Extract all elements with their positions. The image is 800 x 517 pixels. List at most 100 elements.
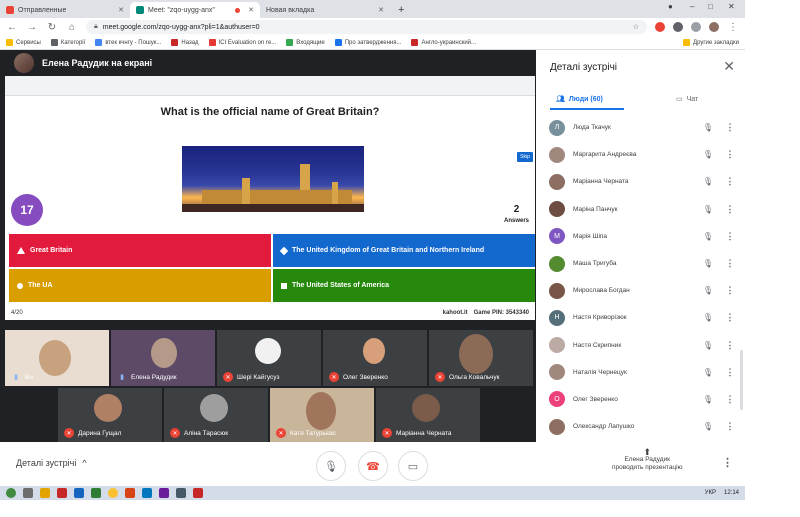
close-window-icon[interactable]: ✕ [728, 2, 735, 11]
list-item[interactable]: M Марія Шіпа 🎙︎ ⋮ [536, 223, 745, 250]
start-icon[interactable] [6, 488, 16, 498]
bookmark-item[interactable]: Про затвердження... [334, 39, 401, 46]
people-icon: 👥︎ [556, 96, 565, 103]
bookmark-item[interactable]: Англо-украинский... [411, 39, 476, 46]
participant-tile[interactable]: ✕ Олег Зверенко [323, 330, 427, 386]
question-progress: 4/20 [11, 310, 23, 316]
answer-option-3[interactable]: The UA [9, 269, 271, 302]
taskbar-app-icon[interactable] [74, 488, 84, 498]
browser-tab-meet[interactable]: Meet: "zqo-uygg-anx" ✕ [130, 2, 260, 18]
more-options-icon[interactable]: ⋮ [725, 204, 735, 215]
participant-tile[interactable]: ▮ Ви [5, 330, 109, 386]
more-options-icon[interactable]: ⋮ [725, 367, 735, 378]
taskbar-app-icon[interactable] [57, 488, 67, 498]
panel-scrollbar[interactable] [740, 350, 743, 410]
list-item[interactable]: O Олег Зверенко 🎙︎ ⋮ [536, 386, 745, 413]
more-options-icon[interactable]: ⋮ [725, 122, 735, 133]
end-call-button[interactable]: ☎︎ [358, 451, 388, 481]
more-options-icon[interactable]: ⋮ [725, 340, 735, 351]
more-options-icon[interactable]: ⋮ [722, 456, 733, 469]
more-options-icon[interactable]: ⋮ [725, 258, 735, 269]
url-field[interactable]: 🔒︎ meet.google.com/zqo-uygg-anx?pli=1&au… [86, 20, 647, 34]
list-item[interactable]: Маша Тригуба 🎙︎ ⋮ [536, 250, 745, 277]
taskbar-app-icon[interactable] [125, 488, 135, 498]
close-tab-icon[interactable]: ✕ [248, 6, 254, 14]
participant-tile[interactable]: ✕ Маріанна Черната [376, 388, 480, 442]
participant-tile[interactable]: ✕ Ольга Ковальчук [429, 330, 533, 386]
star-icon[interactable]: ☆ [633, 23, 639, 31]
skip-button[interactable]: Skip [517, 152, 533, 162]
chrome-icon[interactable] [108, 488, 118, 498]
list-item[interactable]: Маріанна Черната 🎙︎ ⋮ [536, 168, 745, 195]
taskbar-app-icon[interactable] [23, 488, 33, 498]
camera-button[interactable]: ▭ [398, 451, 428, 481]
clock[interactable]: 12:14 [724, 490, 739, 496]
maximize-icon[interactable]: □ [708, 2, 713, 11]
inbox-icon [286, 39, 294, 46]
profile-avatar[interactable] [709, 22, 719, 32]
tab-people[interactable]: 👥︎ Люди (60) [556, 88, 603, 110]
new-tab-button[interactable]: + [390, 4, 412, 18]
taskbar-app-icon[interactable] [142, 488, 152, 498]
list-item[interactable]: Маріна Панчук 🎙︎ ⋮ [536, 196, 745, 223]
home-icon[interactable]: ⌂ [66, 22, 78, 33]
participant-tile[interactable]: ▮ Елена Радудик [111, 330, 215, 386]
answer-option-2[interactable]: The United Kingdom of Great Britain and … [273, 234, 535, 267]
list-item[interactable]: Мирослава Богдан 🎙︎ ⋮ [536, 277, 745, 304]
bookmark-item[interactable]: втек кчнгу - Пошук... [95, 39, 161, 46]
bookmark-item[interactable]: Назад [171, 39, 199, 46]
tab-chat[interactable]: ▭ Чат [676, 88, 698, 110]
more-options-icon[interactable]: ⋮ [725, 231, 735, 242]
account-icon[interactable]: ● [668, 2, 673, 11]
browser-tab-sent[interactable]: Отправленные ✕ [0, 2, 130, 18]
participant-tile[interactable]: ✕ Аліна Тарасюк [164, 388, 268, 442]
participant-tile[interactable]: ✕ Катя Татурьєвс [270, 388, 374, 442]
taskbar-app-icon[interactable] [176, 488, 186, 498]
participant-tile[interactable]: ✕ Дарина Гущал [58, 388, 162, 442]
more-options-icon[interactable]: ⋮ [725, 285, 735, 296]
forward-icon[interactable]: → [26, 22, 38, 33]
close-tab-icon[interactable]: ✕ [118, 6, 124, 14]
taskbar-app-icon[interactable] [40, 488, 50, 498]
list-item[interactable]: Настя Скрипник 🎙︎ ⋮ [536, 332, 745, 359]
back-icon[interactable]: ← [6, 22, 18, 33]
participant-tile[interactable]: ✕ Шері Кайгусуз [217, 330, 321, 386]
more-options-icon[interactable]: ⋮ [725, 421, 735, 432]
browser-menu-icon[interactable]: ⋮ [727, 22, 739, 33]
triangle-icon [17, 247, 25, 254]
microphone-button[interactable]: 🎙︎ [316, 451, 346, 481]
more-options-icon[interactable]: ⋮ [725, 176, 735, 187]
other-bookmarks[interactable]: Другие закладки [683, 39, 739, 46]
list-item[interactable]: Олександр Лапушко 🎙︎ ⋮ [536, 413, 745, 440]
meeting-details-button[interactable]: Деталі зустрічі ^ [16, 458, 87, 468]
minimize-icon[interactable]: – [690, 2, 694, 11]
close-tab-icon[interactable]: ✕ [378, 6, 384, 14]
extension-icon[interactable] [655, 22, 665, 32]
mic-off-icon: 🎙︎ [702, 231, 714, 241]
answer-option-1[interactable]: Great Britain [9, 234, 271, 267]
bookmark-item[interactable]: Входящие [286, 39, 325, 46]
answer-option-4[interactable]: The United States of America [273, 269, 535, 302]
extension-icon[interactable] [673, 22, 683, 32]
more-options-icon[interactable]: ⋮ [725, 312, 735, 323]
bookmark-icon [208, 39, 216, 46]
bookmark-item[interactable]: Сервисы [6, 39, 41, 46]
more-options-icon[interactable]: ⋮ [725, 149, 735, 160]
taskbar-app-icon[interactable] [91, 488, 101, 498]
taskbar-app-icon[interactable] [159, 488, 169, 498]
list-item[interactable]: Н Настя Криворізюк 🎙︎ ⋮ [536, 304, 745, 331]
list-item[interactable]: Наталія Чернецук 🎙︎ ⋮ [536, 359, 745, 386]
list-item[interactable]: Л Люда Ткачук 🎙︎ ⋮ [536, 114, 745, 141]
extensions-puzzle-icon[interactable] [691, 22, 701, 32]
reload-icon[interactable]: ↻ [46, 22, 58, 33]
presentation-status[interactable]: ⬆︎ Елена Радудик проводить презентацію [612, 448, 682, 472]
bookmark-item[interactable]: Категорії [50, 39, 85, 46]
browser-tab-new[interactable]: Новая вкладка ✕ [260, 2, 390, 18]
list-item[interactable]: Маргарита Андреєва 🎙︎ ⋮ [536, 141, 745, 168]
taskbar-app-icon[interactable] [193, 488, 203, 498]
language-indicator[interactable]: УКР [705, 490, 716, 496]
answers-count-label: Answers [503, 218, 529, 224]
bookmark-item[interactable]: ICI Evaluation on re... [208, 39, 276, 46]
close-icon[interactable]: ✕ [723, 58, 735, 75]
more-options-icon[interactable]: ⋮ [725, 394, 735, 405]
